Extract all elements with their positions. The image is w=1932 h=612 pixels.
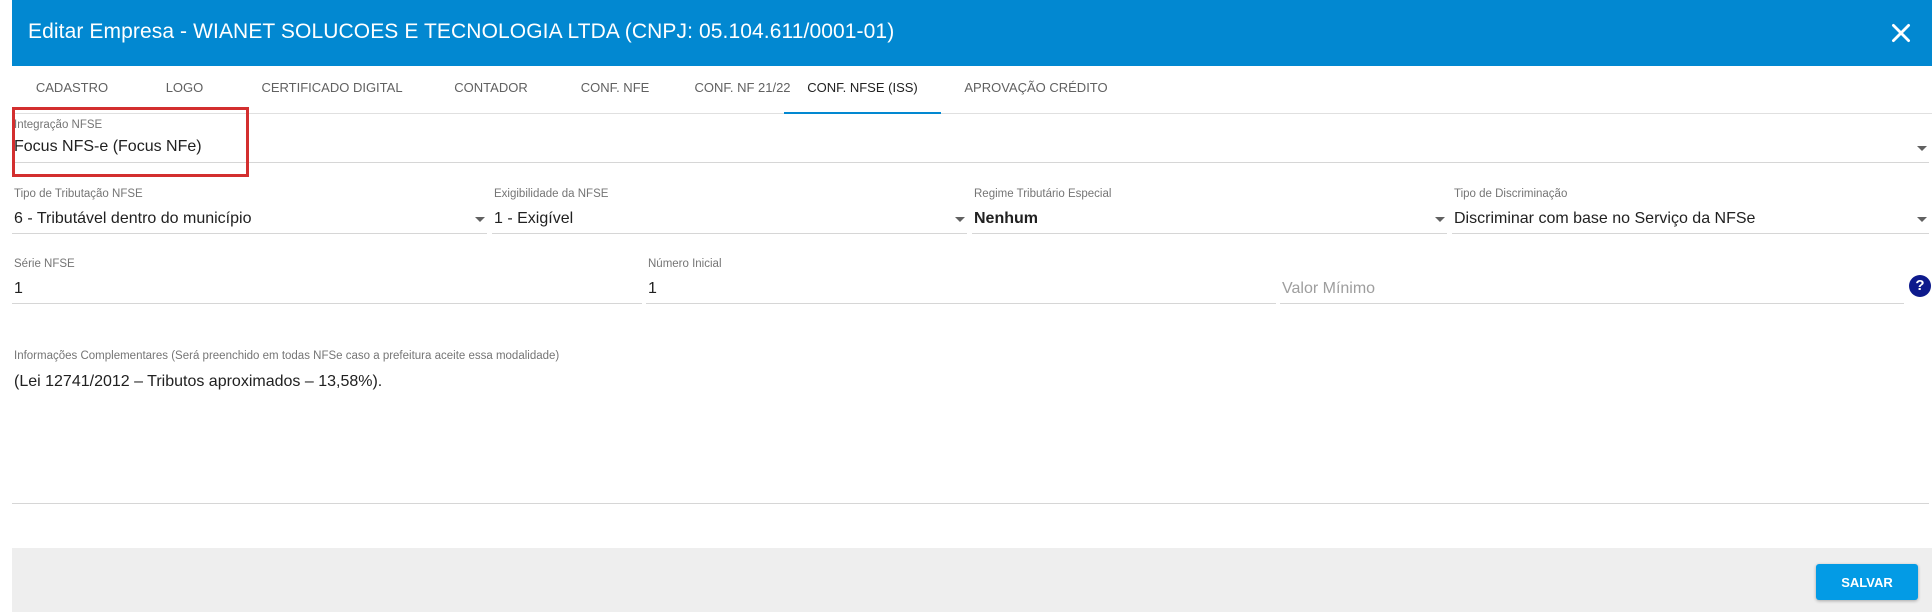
valor-minimo-placeholder: Valor Mínimo: [1282, 280, 1376, 297]
exigibilidade-select[interactable]: Exigibilidade da NFSE 1 - Exigível: [492, 188, 967, 234]
exigibilidade-label: Exigibilidade da NFSE: [494, 188, 609, 200]
tipo-discriminacao-label: Tipo de Discriminação: [1454, 188, 1568, 200]
regime-tributario-select[interactable]: Regime Tributário Especial Nenhum: [972, 188, 1447, 234]
highlight-box: [12, 107, 249, 177]
numero-inicial-value: 1: [648, 280, 657, 297]
informacoes-complementares-label: Informações Complementares (Será preench…: [14, 350, 560, 362]
valor-minimo-input[interactable]: Valor Mínimo: [1280, 258, 1904, 304]
regime-tributario-label: Regime Tributário Especial: [974, 188, 1112, 200]
integracao-nfse-select[interactable]: Integração NFSE Focus NFS-e (Focus NFe): [12, 119, 1929, 163]
tipo-discriminacao-value: Discriminar com base no Serviço da NFSe: [1454, 210, 1756, 227]
chevron-down-icon: [955, 217, 965, 222]
dialog-footer: SALVAR: [12, 548, 1932, 612]
tipo-tributacao-select[interactable]: Tipo de Tributação NFSE 6 - Tributável d…: [12, 188, 487, 234]
dialog-header: Editar Empresa - WIANET SOLUCOES E TECNO…: [12, 0, 1932, 66]
close-icon: [1892, 24, 1910, 42]
chevron-down-icon: [1917, 146, 1927, 151]
tipo-tributacao-label: Tipo de Tributação NFSE: [14, 188, 143, 200]
serie-nfse-input[interactable]: Série NFSE 1: [12, 258, 642, 304]
informacoes-complementares-textarea[interactable]: Informações Complementares (Será preench…: [12, 350, 1929, 504]
exigibilidade-value: 1 - Exigível: [494, 210, 574, 227]
tab-aprovacao-credito[interactable]: APROVAÇÃO CRÉDITO: [941, 66, 1131, 114]
regime-tributario-value: Nenhum: [974, 210, 1038, 227]
tab-conf-nfe[interactable]: CONF. NFE: [555, 66, 675, 114]
edit-company-dialog: Editar Empresa - WIANET SOLUCOES E TECNO…: [12, 0, 1932, 612]
help-icon[interactable]: ?: [1909, 275, 1931, 297]
tab-certificado-digital[interactable]: CERTIFICADO DIGITAL: [237, 66, 427, 114]
tipo-tributacao-value: 6 - Tributável dentro do município: [14, 210, 252, 227]
dialog-title: Editar Empresa - WIANET SOLUCOES E TECNO…: [28, 20, 895, 43]
chevron-down-icon: [475, 217, 485, 222]
numero-inicial-label: Número Inicial: [648, 258, 722, 270]
tab-conf-nfse-iss[interactable]: CONF. NFSE (ISS): [784, 66, 941, 114]
tab-contador[interactable]: CONTADOR: [427, 66, 555, 114]
serie-nfse-label: Série NFSE: [14, 258, 75, 270]
chevron-down-icon: [1917, 217, 1927, 222]
serie-nfse-value: 1: [14, 280, 23, 297]
informacoes-complementares-value: (Lei 12741/2012 – Tributos aproximados –…: [14, 373, 383, 390]
save-button[interactable]: SALVAR: [1816, 564, 1918, 600]
close-button[interactable]: [1888, 20, 1914, 46]
numero-inicial-input[interactable]: Número Inicial 1: [646, 258, 1276, 304]
tipo-discriminacao-select[interactable]: Tipo de Discriminação Discriminar com ba…: [1452, 188, 1929, 234]
chevron-down-icon: [1435, 217, 1445, 222]
tab-bar: CADASTRO LOGO CERTIFICADO DIGITAL CONTAD…: [12, 66, 1932, 114]
